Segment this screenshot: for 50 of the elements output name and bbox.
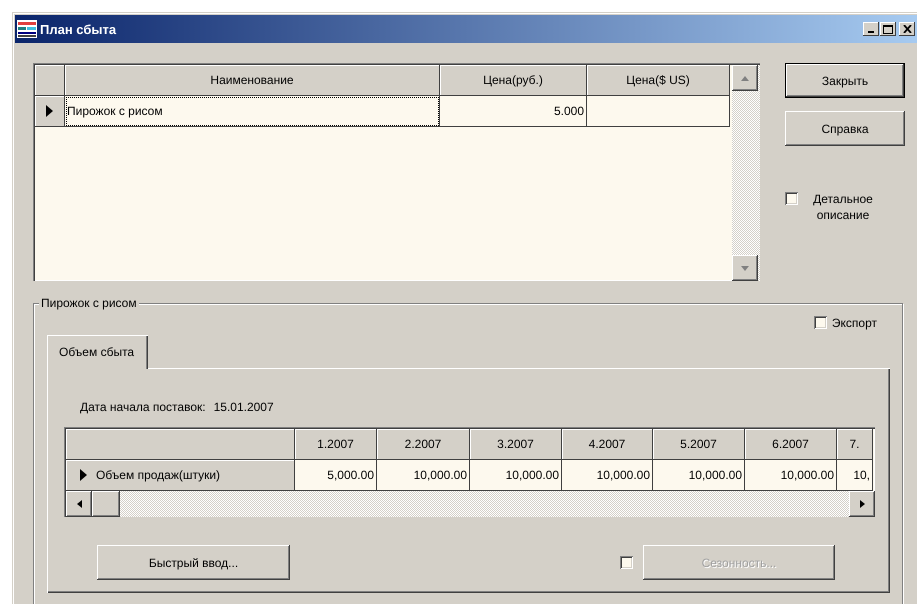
checkbox[interactable] [620, 556, 633, 569]
left-arrow-icon[interactable] [76, 500, 82, 508]
date-label: Дата начала поставок: [80, 400, 206, 414]
group-title: Пирожок с рисом [39, 296, 139, 310]
app-icon [17, 20, 37, 38]
column-header[interactable]: Наименование [65, 65, 440, 96]
table-cell[interactable]: 10, [837, 460, 873, 491]
dialog-button[interactable]: Закрыть [785, 63, 905, 98]
maximize-icon [883, 24, 893, 34]
column-header[interactable]: 2.2007 [377, 429, 470, 460]
right-arrow-icon[interactable] [860, 500, 864, 508]
column-header[interactable]: 7. [837, 429, 873, 460]
maximize-button[interactable] [880, 22, 896, 36]
tab[interactable]: Объем сбыта [47, 335, 148, 369]
row-header: Объем продаж(штуки) [96, 468, 220, 482]
checkbox-label: Экспорт [832, 315, 877, 331]
column-header[interactable]: Цена(руб.) [440, 65, 587, 96]
quick-input-button[interactable]: Быстрый ввод... [97, 545, 290, 580]
column-header[interactable]: 1.2007 [295, 429, 377, 460]
table-cell[interactable]: 10,000.00 [377, 460, 470, 491]
table-cell[interactable]: 10,000.00 [653, 460, 745, 491]
horizontal-scrollbar[interactable] [66, 491, 875, 517]
table-cell[interactable]: 10,000.00 [745, 460, 837, 491]
row-pointer-icon [80, 469, 87, 481]
checkbox[interactable] [814, 316, 827, 329]
column-header[interactable]: 4.2007 [562, 429, 653, 460]
checkbox-label: Детальное описание [812, 191, 874, 223]
table-cell[interactable]: 10,000.00 [562, 460, 653, 491]
column-header[interactable]: 6.2007 [745, 429, 837, 460]
minimize-button[interactable] [863, 22, 879, 36]
table-cell[interactable]: 10,000.00 [470, 460, 562, 491]
column-header[interactable]: 5.2007 [653, 429, 745, 460]
up-arrow-icon[interactable] [741, 76, 749, 80]
scroll-thumb[interactable] [92, 491, 120, 517]
checkbox[interactable] [785, 192, 798, 205]
row-indicator[interactable] [35, 96, 65, 127]
table-cell[interactable]: Пирожок с рисом [65, 96, 440, 127]
close-button[interactable] [899, 22, 915, 36]
dialog-button[interactable]: Справка [785, 111, 905, 146]
vertical-scrollbar[interactable] [732, 65, 760, 281]
date-value: 15.01.2007 [214, 400, 274, 414]
column-header[interactable]: 3.2007 [470, 429, 562, 460]
table-cell[interactable]: 5.000 [440, 96, 587, 127]
window-title: План сбыта [40, 22, 118, 36]
column-header[interactable]: Цена($ US) [587, 65, 730, 96]
row-pointer-icon [46, 105, 53, 117]
table-cell[interactable]: 5,000.00 [295, 460, 377, 491]
corner-header [35, 65, 65, 96]
close-icon [902, 25, 912, 33]
down-arrow-icon[interactable] [741, 266, 749, 270]
